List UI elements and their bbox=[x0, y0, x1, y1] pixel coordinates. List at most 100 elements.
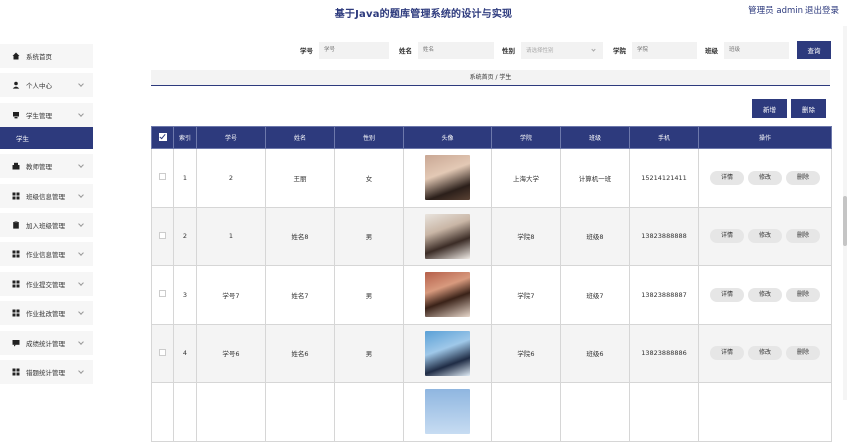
row-checkbox[interactable] bbox=[159, 173, 166, 181]
grid-icon bbox=[12, 280, 20, 288]
sidebar-item-label: 系统首页 bbox=[26, 53, 52, 61]
search-label: 学院 bbox=[613, 47, 626, 55]
chevron-down-icon bbox=[78, 110, 84, 117]
delete-button[interactable]: 删除 bbox=[786, 229, 820, 244]
row-checkbox[interactable] bbox=[159, 231, 166, 239]
sidebar-item-5[interactable]: 加入班级管理 bbox=[0, 212, 93, 237]
delete-button[interactable]: 删除 bbox=[786, 287, 820, 302]
select-all-checkbox[interactable] bbox=[158, 132, 167, 141]
cell-class: 计算机一班 bbox=[560, 148, 630, 208]
sidebar-subitem-student[interactable]: 学生 bbox=[0, 126, 93, 149]
cell-avatar bbox=[403, 382, 492, 442]
column-header-0[interactable] bbox=[151, 126, 174, 149]
avatar bbox=[425, 272, 470, 318]
cell-id: 1 bbox=[196, 206, 266, 266]
delete-button[interactable]: 删除 bbox=[786, 346, 820, 361]
cell-index: 2 bbox=[173, 206, 197, 266]
chevron-down-icon bbox=[78, 368, 84, 374]
column-header-3: 姓名 bbox=[265, 126, 335, 149]
cell-index: 4 bbox=[173, 323, 197, 383]
column-header-8: 手机 bbox=[629, 126, 699, 149]
detail-button[interactable]: 详情 bbox=[710, 229, 744, 244]
sidebar-item-label: 作业提交管理 bbox=[26, 280, 65, 289]
search-input-4[interactable] bbox=[724, 41, 789, 59]
select-placeholder: 请选择性别 bbox=[526, 48, 554, 54]
cell-college: 学院6 bbox=[491, 323, 561, 383]
sidebar-item-3[interactable]: 教师管理 bbox=[0, 154, 93, 179]
scrollbar-thumb[interactable] bbox=[843, 196, 847, 246]
detail-button[interactable]: 详情 bbox=[710, 170, 744, 185]
sidebar-item-1[interactable]: 个人中心 bbox=[0, 73, 93, 98]
search-button[interactable]: 查询 bbox=[797, 41, 831, 59]
search-input-1[interactable] bbox=[418, 41, 494, 59]
detail-button[interactable]: 详情 bbox=[710, 346, 744, 361]
column-header-6: 学院 bbox=[491, 126, 561, 149]
sidebar-item-6[interactable]: 作业信息管理 bbox=[0, 242, 93, 267]
sidebar-item-9[interactable]: 成绩统计管理 bbox=[0, 330, 93, 355]
sidebar-item-label: 加入班级管理 bbox=[26, 221, 65, 230]
cell-phone: 13823888886 bbox=[629, 323, 699, 383]
search-label: 学号 bbox=[300, 47, 313, 55]
row-checkbox-cell bbox=[151, 382, 174, 442]
breadcrumb: 系统首页 / 学生 bbox=[151, 70, 830, 86]
page-title: 基于Java的题库管理系统的设计与实现 bbox=[334, 9, 513, 20]
user-icon bbox=[12, 81, 20, 89]
edit-button[interactable]: 修改 bbox=[748, 229, 782, 244]
cell-name: 姓名8 bbox=[265, 206, 335, 266]
grid-icon bbox=[12, 192, 20, 200]
cell-phone: 15214121411 bbox=[629, 148, 699, 208]
cell-college: 学院8 bbox=[491, 206, 561, 266]
sidebar-item-4[interactable]: 班级信息管理 bbox=[0, 183, 93, 208]
cell-college: 学院7 bbox=[491, 265, 561, 325]
detail-button[interactable]: 详情 bbox=[710, 287, 744, 302]
cell-avatar bbox=[403, 265, 492, 325]
row-checkbox[interactable] bbox=[159, 290, 166, 298]
sidebar-item-8[interactable]: 作业批改管理 bbox=[0, 301, 93, 326]
chevron-down-icon bbox=[78, 162, 84, 169]
search-label: 性别 bbox=[502, 47, 515, 55]
delete-button[interactable]: 删除 bbox=[786, 170, 820, 185]
batch-delete-button[interactable]: 删除 bbox=[791, 99, 826, 118]
edit-button[interactable]: 修改 bbox=[748, 170, 782, 185]
cell-name: 姓名7 bbox=[265, 265, 335, 325]
user-name: 管理员 admin bbox=[748, 6, 803, 16]
cell-class: 班级8 bbox=[560, 206, 630, 266]
avatar bbox=[425, 389, 470, 435]
sidebar-item-0[interactable]: 系统首页 bbox=[0, 44, 93, 68]
sidebar-item-10[interactable]: 错题统计管理 bbox=[0, 359, 93, 384]
column-header-1: 索引 bbox=[173, 126, 197, 149]
cell-phone bbox=[629, 382, 699, 442]
table-header-row: 索引 学号 姓名 性别 头像 学院 班级 手机 操作 bbox=[151, 126, 832, 149]
table-body: 1 2 王丽女上海大学 计算机一班 15214121411 详情 修改 删除 2 1 姓名8 男学院8… bbox=[151, 148, 832, 442]
cell-name: 姓名6 bbox=[265, 323, 335, 383]
row-checkbox[interactable] bbox=[159, 348, 166, 356]
logout-link[interactable]: 退出登录 bbox=[805, 4, 839, 16]
search-input-0[interactable] bbox=[319, 41, 389, 59]
cell-gender bbox=[334, 382, 404, 442]
search-input-3[interactable] bbox=[632, 41, 697, 59]
sidebar-item-label: 成绩统计管理 bbox=[26, 339, 65, 348]
cell-id: 学号6 bbox=[196, 323, 266, 383]
chevron-down-icon bbox=[78, 221, 84, 227]
cell-name: 王丽 bbox=[265, 148, 335, 208]
gender-select[interactable]: 请选择性别 bbox=[521, 41, 603, 59]
table-row: 2 1 姓名8 男学院8 班级8 13823888888 详情 修改 删除 bbox=[151, 206, 832, 266]
chevron-down-icon bbox=[591, 46, 596, 52]
edit-button[interactable]: 修改 bbox=[748, 346, 782, 361]
column-header-7: 班级 bbox=[560, 126, 630, 149]
add-button[interactable]: 新增 bbox=[752, 99, 787, 118]
sidebar-item-label: 作业批改管理 bbox=[26, 310, 65, 319]
sidebar-item-2[interactable]: 学生管理 bbox=[0, 102, 93, 127]
cell-gender: 男 bbox=[334, 323, 404, 383]
cell-actions: 详情 修改 删除 bbox=[698, 148, 832, 208]
edit-button[interactable]: 修改 bbox=[748, 287, 782, 302]
avatar bbox=[425, 155, 470, 201]
sidebar-item-label: 学生管理 bbox=[26, 111, 52, 120]
cell-index bbox=[173, 382, 197, 442]
cell-name bbox=[265, 382, 335, 442]
sidebar-item-7[interactable]: 作业提交管理 bbox=[0, 271, 93, 296]
column-header-2: 学号 bbox=[196, 126, 266, 149]
cell-actions: 详情 修改 删除 bbox=[698, 323, 832, 383]
cell-gender: 女 bbox=[334, 148, 404, 208]
row-checkbox-cell bbox=[151, 206, 174, 266]
